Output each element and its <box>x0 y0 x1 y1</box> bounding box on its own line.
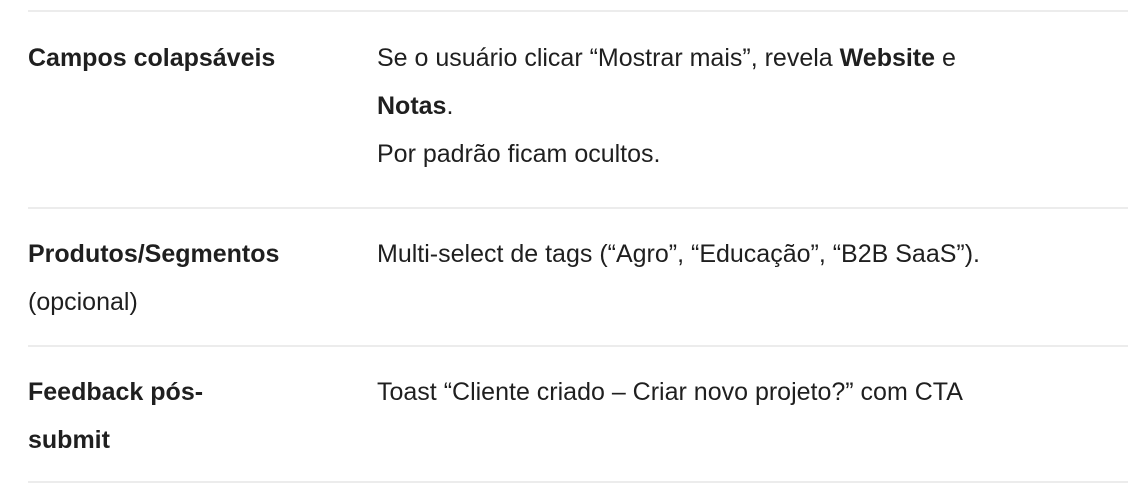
row-description: Se o usuário clicar “Mostrar mais”, reve… <box>377 34 1128 207</box>
description-text: e <box>935 44 956 72</box>
row-description: Toast “Cliente criado – Criar novo proje… <box>377 368 1128 481</box>
row-label-text: Feedback pós- <box>28 378 204 406</box>
table-row: Campos colapsáveis Se o usuário clicar “… <box>28 10 1128 207</box>
table-row: Feedback pós- submit Toast “Cliente cria… <box>28 345 1128 483</box>
description-emphasis: Website <box>839 44 936 72</box>
description-line: Toast “Cliente criado – Criar novo proje… <box>377 378 963 406</box>
description-line: Se o usuário clicar “Mostrar mais”, reve… <box>377 34 1128 82</box>
specification-table: Campos colapsáveis Se o usuário clicar “… <box>28 0 1128 483</box>
description-emphasis: Notas <box>377 92 447 120</box>
row-label-qualifier: (opcional) <box>28 288 138 316</box>
row-label-text: Produtos/Segmentos <box>28 240 280 268</box>
row-description: Multi-select de tags (“Agro”, “Educação”… <box>377 230 1128 345</box>
row-label-text: submit <box>28 426 110 454</box>
row-label: Produtos/Segmentos (opcional) <box>28 230 377 345</box>
description-text: Se o usuário clicar “Mostrar mais”, reve… <box>377 44 840 72</box>
table-row: Produtos/Segmentos (opcional) Multi-sele… <box>28 207 1128 345</box>
row-label-text: Campos colapsáveis <box>28 44 276 72</box>
row-label: Feedback pós- submit <box>28 368 377 481</box>
description-text: . <box>446 92 454 120</box>
description-line: Por padrão ficam ocultos. <box>377 140 661 168</box>
description-line: Multi-select de tags (“Agro”, “Educação”… <box>377 240 981 268</box>
row-label: Campos colapsáveis <box>28 34 377 207</box>
description-line: Notas. <box>377 82 1128 130</box>
